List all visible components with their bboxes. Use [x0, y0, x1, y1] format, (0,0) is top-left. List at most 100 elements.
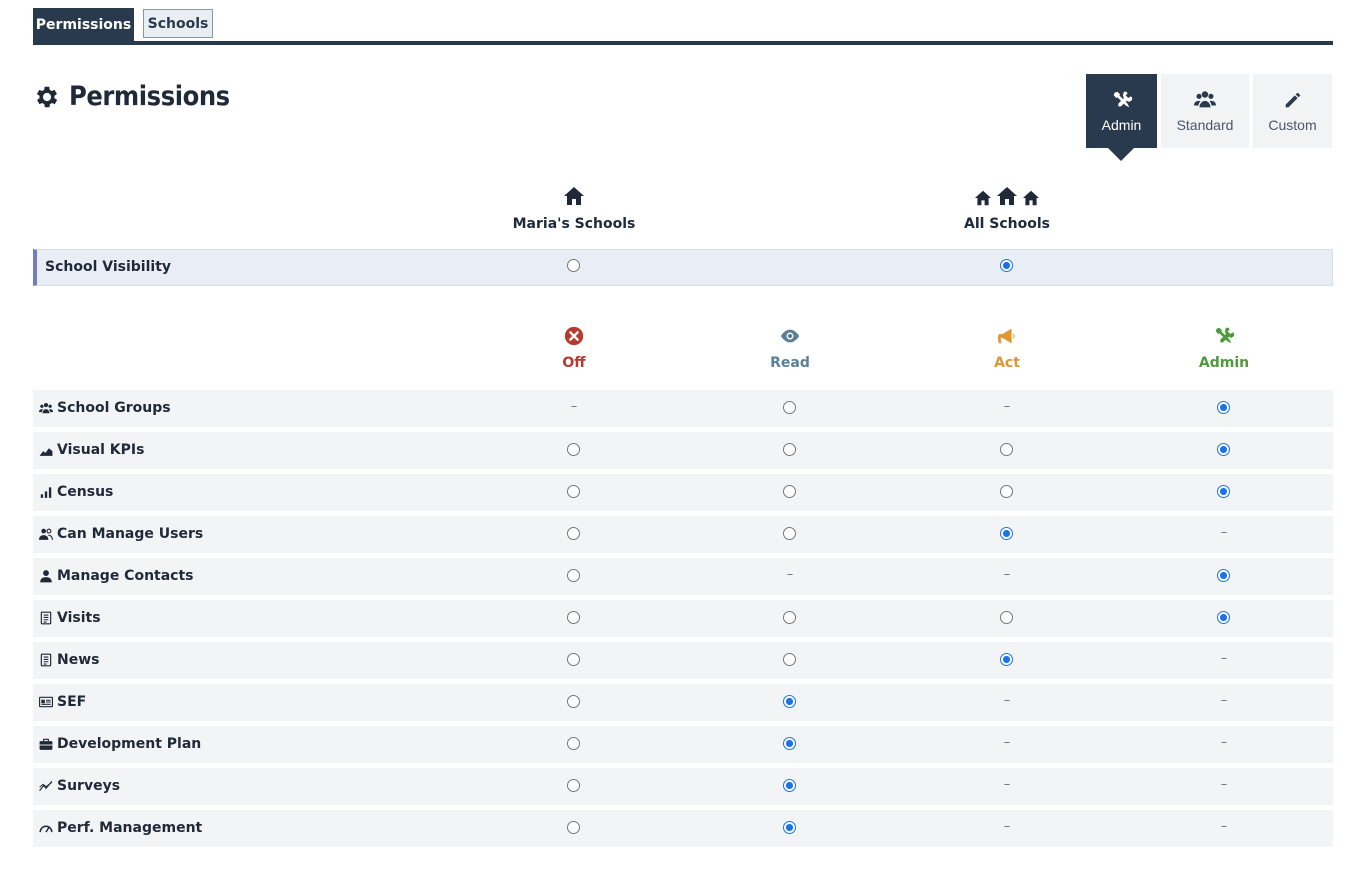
- trend-icon: [39, 780, 53, 792]
- visibility-col-marias-schools: Maria's Schools: [474, 184, 674, 232]
- home-icon: [997, 187, 1017, 205]
- permission-label: Visual KPIs: [39, 442, 144, 458]
- tools-icon: [1215, 327, 1235, 344]
- x-circle-icon: [564, 326, 584, 346]
- permission-row: Visual KPIs: [33, 432, 1333, 469]
- permission-label-text: News: [57, 652, 100, 668]
- permission-label: Manage Contacts: [39, 568, 194, 584]
- visibility-col-all-schools: All Schools: [907, 184, 1107, 232]
- document-icon: [40, 611, 52, 625]
- permission-radio-act[interactable]: [1000, 611, 1013, 624]
- permission-label: Visits: [39, 610, 101, 626]
- permission-label: Perf. Management: [39, 820, 202, 836]
- permission-radio-off[interactable]: [567, 527, 580, 540]
- permission-radio-act[interactable]: [1000, 485, 1013, 498]
- permission-radio-read[interactable]: [783, 821, 796, 834]
- permission-label-text: Visits: [57, 610, 101, 626]
- document-icon: [40, 653, 52, 667]
- permission-radio-off[interactable]: [567, 653, 580, 666]
- permission-label-text: Can Manage Users: [57, 526, 204, 542]
- permission-row: Visits: [33, 600, 1333, 637]
- permission-label-text: Perf. Management: [57, 820, 203, 836]
- permission-radio-act[interactable]: [1000, 527, 1013, 540]
- permission-unavailable-act: –: [1003, 693, 1011, 708]
- permission-unavailable-act: –: [1003, 567, 1011, 582]
- level-header-admin: Admin: [1164, 325, 1284, 371]
- permission-radio-off[interactable]: [567, 443, 580, 456]
- permission-unavailable-admin: –: [1220, 651, 1228, 666]
- permission-label: School Groups: [39, 400, 171, 416]
- permission-unavailable-admin: –: [1220, 819, 1228, 834]
- permission-radio-off[interactable]: [567, 779, 580, 792]
- tab-permissions[interactable]: Permissions: [33, 8, 134, 41]
- home-icon: [1023, 190, 1039, 206]
- permission-radio-off[interactable]: [567, 611, 580, 624]
- preset-custom-button[interactable]: Custom: [1253, 74, 1332, 148]
- preset-admin-label: Admin: [1101, 117, 1142, 133]
- permission-label: Census: [39, 484, 113, 500]
- permission-radio-off[interactable]: [567, 737, 580, 750]
- permission-radio-off[interactable]: [567, 485, 580, 498]
- visibility-col-label: All Schools: [963, 216, 1051, 232]
- permission-radio-admin[interactable]: [1217, 401, 1230, 414]
- level-label-read: Read: [770, 355, 810, 371]
- permission-row: Perf. Management – –: [33, 810, 1333, 847]
- permission-radio-read[interactable]: [783, 527, 796, 540]
- eye-icon: [780, 329, 800, 343]
- permission-label: SEF: [39, 694, 86, 710]
- level-header-act: Act: [947, 325, 1067, 371]
- tab-bar: Permissions Schools: [33, 8, 1333, 45]
- permission-radio-read[interactable]: [783, 443, 796, 456]
- permission-unavailable-read: –: [786, 567, 794, 582]
- permission-label: Development Plan: [39, 736, 201, 752]
- permission-row: Census: [33, 474, 1333, 511]
- home-icon: [564, 187, 584, 205]
- users-icon: [1194, 91, 1216, 108]
- briefcase-icon: [39, 738, 53, 750]
- permission-label: Surveys: [39, 778, 120, 794]
- permission-unavailable-act: –: [1003, 777, 1011, 792]
- level-header-off: Off: [514, 325, 634, 371]
- permission-row: Can Manage Users –: [33, 516, 1333, 553]
- permission-label-text: School Groups: [57, 400, 171, 416]
- permission-radio-read[interactable]: [783, 485, 796, 498]
- permission-radio-admin[interactable]: [1217, 485, 1230, 498]
- page-title-text: Permissions: [69, 81, 230, 112]
- permission-label-text: Visual KPIs: [57, 442, 145, 458]
- permission-radio-off[interactable]: [567, 821, 580, 834]
- tools-icon: [1113, 91, 1132, 108]
- permission-unavailable-admin: –: [1220, 693, 1228, 708]
- level-label-off: Off: [562, 355, 586, 371]
- visibility-col-label: Maria's Schools: [512, 216, 636, 232]
- permission-radio-off[interactable]: [567, 695, 580, 708]
- level-header-read: Read: [730, 325, 850, 371]
- permission-label: Can Manage Users: [39, 526, 203, 542]
- permission-radio-act[interactable]: [1000, 653, 1013, 666]
- permission-radio-read[interactable]: [783, 653, 796, 666]
- permission-radio-admin[interactable]: [1217, 443, 1230, 456]
- tab-schools[interactable]: Schools: [143, 9, 213, 38]
- area-chart-icon: [39, 448, 53, 456]
- home-icon: [975, 190, 991, 206]
- permission-radio-read[interactable]: [783, 779, 796, 792]
- preset-standard-label: Standard: [1176, 117, 1234, 133]
- pencil-icon: [1285, 92, 1300, 108]
- permission-unavailable-admin: –: [1220, 525, 1228, 540]
- permission-radio-off[interactable]: [567, 569, 580, 582]
- visibility-radio-marias-schools[interactable]: [567, 259, 580, 272]
- permission-radio-read[interactable]: [783, 401, 796, 414]
- preset-admin-button[interactable]: Admin: [1086, 74, 1157, 161]
- permission-radio-act[interactable]: [1000, 443, 1013, 456]
- school-visibility-label: School Visibility: [45, 259, 172, 275]
- permission-radio-read[interactable]: [783, 611, 796, 624]
- permission-label-text: Manage Contacts: [57, 568, 194, 584]
- permission-label-text: Development Plan: [57, 736, 202, 752]
- permission-radio-read[interactable]: [783, 695, 796, 708]
- visibility-radio-all-schools[interactable]: [1000, 259, 1013, 272]
- permission-label-text: Surveys: [57, 778, 121, 794]
- preset-standard-button[interactable]: Standard: [1161, 74, 1249, 148]
- permission-radio-read[interactable]: [783, 737, 796, 750]
- permission-row: Development Plan – –: [33, 726, 1333, 763]
- permission-radio-admin[interactable]: [1217, 569, 1230, 582]
- permission-radio-admin[interactable]: [1217, 611, 1230, 624]
